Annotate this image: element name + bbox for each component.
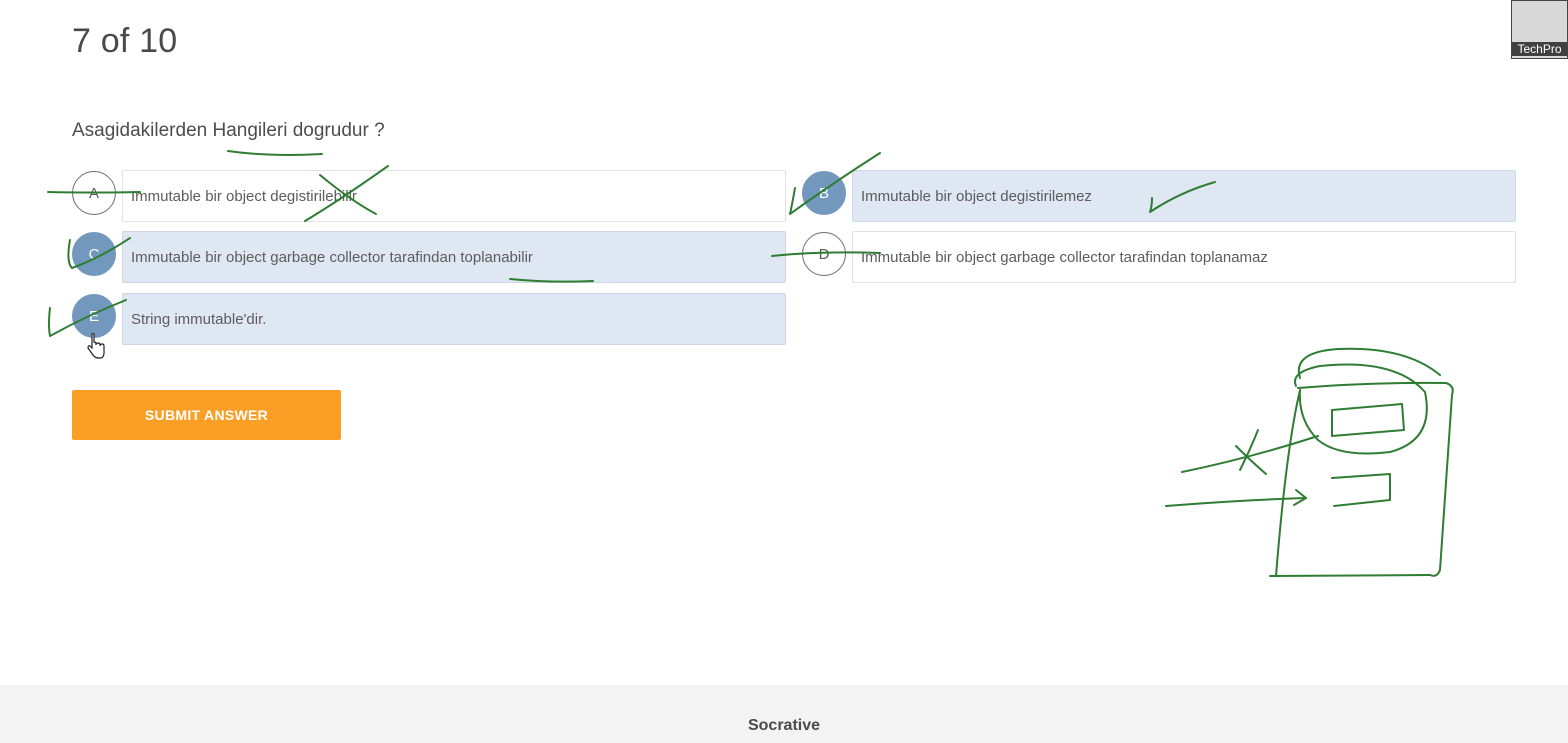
footer: Socrative: [0, 685, 1568, 743]
progress-counter: 7 of 10: [72, 22, 178, 60]
sketch-top-rect: [1331, 403, 1405, 437]
option-b-box[interactable]: Immutable bir object degistirilemez: [852, 170, 1516, 222]
option-e-box[interactable]: String immutable'dir.: [122, 293, 786, 345]
option-e-letter[interactable]: E: [72, 294, 116, 338]
participant-name: TechPro: [1512, 42, 1567, 56]
option-a-box[interactable]: Immutable bir object degistirilebilir: [122, 170, 786, 222]
option-d-box[interactable]: Immutable bir object garbage collector t…: [852, 231, 1516, 283]
sketch-upper-arrow: [1181, 435, 1319, 473]
sketch-lower-arrowhead: [1293, 489, 1307, 506]
footer-brand: Socrative: [747, 717, 821, 734]
sketch-lower-arrow: [1165, 497, 1307, 507]
pointer-cursor-icon: [87, 333, 105, 359]
sketch-outer-frame: [1269, 381, 1454, 577]
option-a-letter[interactable]: A: [72, 171, 116, 215]
option-d-letter[interactable]: D: [802, 232, 846, 276]
submit-answer-button[interactable]: SUBMIT ANSWER: [72, 390, 341, 440]
annotation-ink-layer: [47, 150, 1454, 577]
option-c-letter[interactable]: C: [72, 232, 116, 276]
sketch-outer-oval: [1297, 347, 1441, 379]
participant-thumbnail[interactable]: TechPro: [1511, 0, 1568, 59]
option-c-box[interactable]: Immutable bir object garbage collector t…: [122, 231, 786, 283]
sketch-upper-cross-2: [1239, 429, 1259, 471]
sketch-bottom-rect: [1331, 473, 1391, 507]
question-text: Asagidakilerden Hangileri dogrudur ?: [72, 120, 385, 141]
underline-hangileri: [227, 150, 323, 156]
sketch-upper-cross-1: [1235, 445, 1267, 475]
sketch-inner-oval: [1294, 363, 1428, 455]
sketch-inner-left: [1275, 389, 1301, 577]
option-b-letter[interactable]: B: [802, 171, 846, 215]
